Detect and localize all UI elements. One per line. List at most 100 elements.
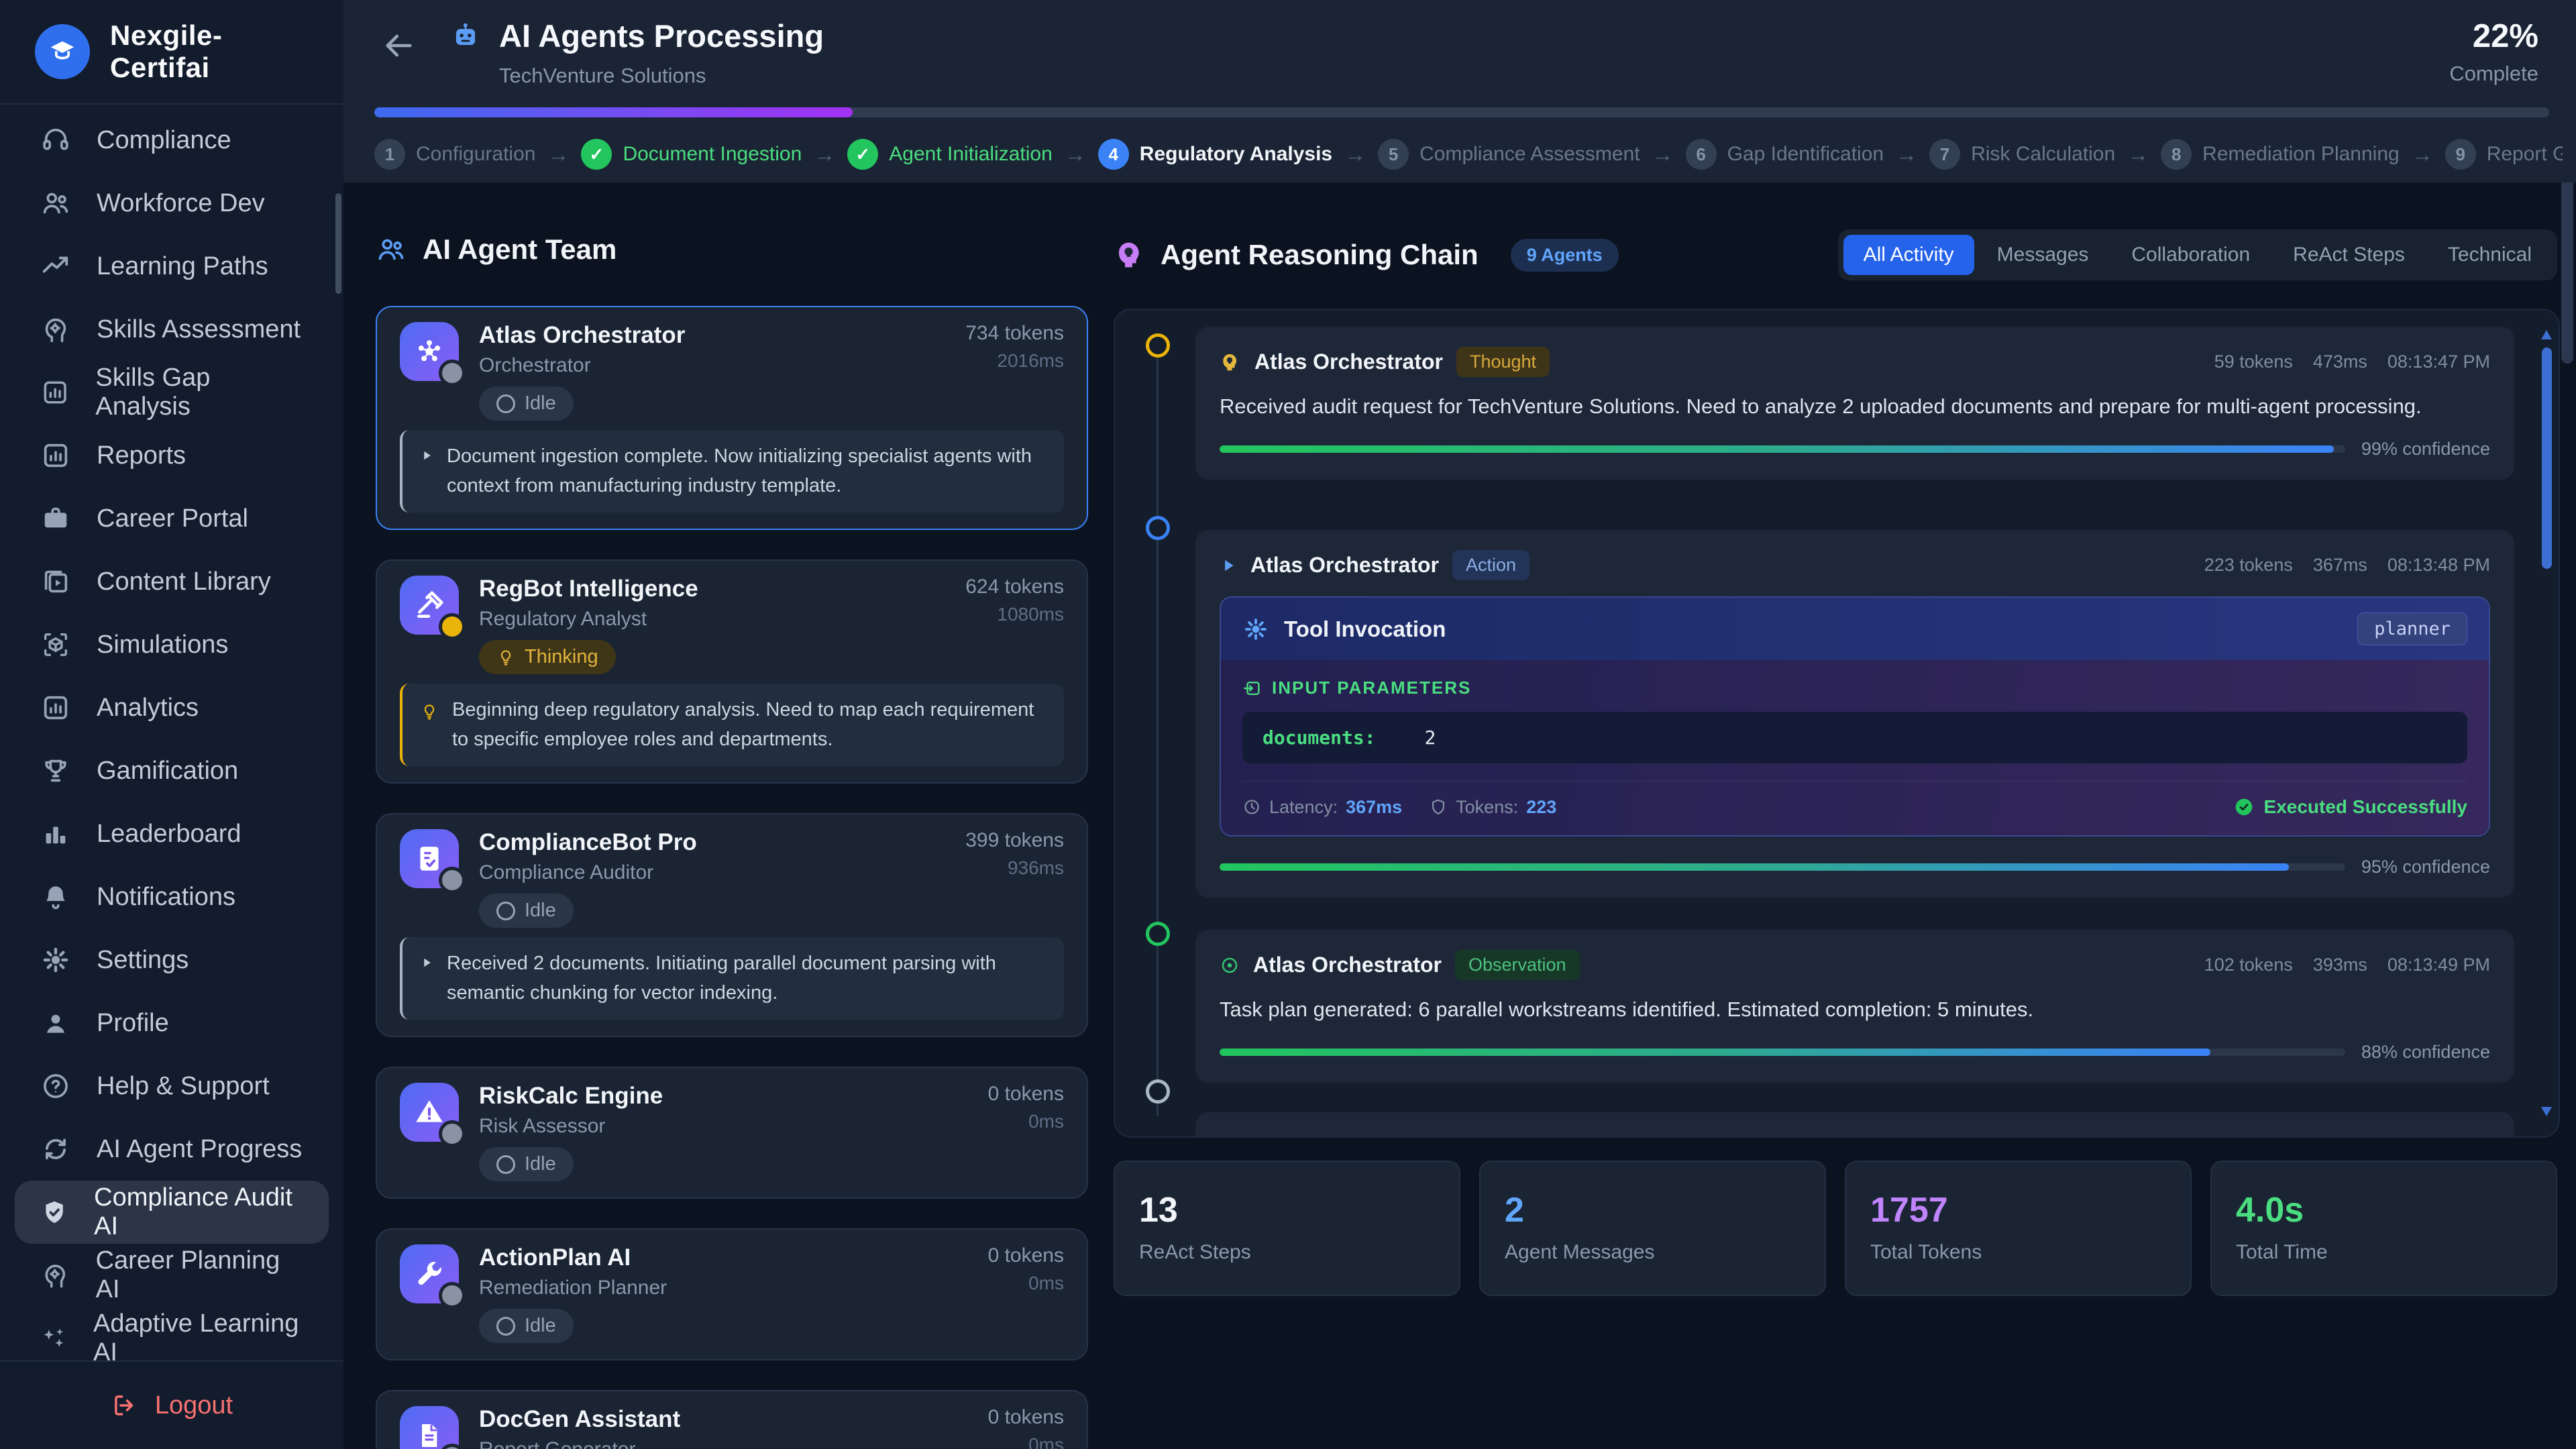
scroll-up-arrow-icon[interactable] xyxy=(2541,330,2552,339)
sidebar-item-adaptive-learning-ai[interactable]: Adaptive Learning AI xyxy=(15,1307,329,1360)
tab-messages[interactable]: Messages xyxy=(1977,235,2109,275)
status-label: Idle xyxy=(525,1153,556,1175)
main-content: AI Agent Team Atlas Orchestrator Orchest… xyxy=(343,182,2576,1449)
tab-all-activity[interactable]: All Activity xyxy=(1843,235,1974,275)
tool-invocation-body: INPUT PARAMETERS documents: 2 Latency: 3… xyxy=(1221,660,2489,835)
stat-value: 2 xyxy=(1505,1190,1801,1230)
brand-name: Nexgile-Certifai xyxy=(110,19,309,84)
step-report-generation: 9Report Generation xyxy=(2445,139,2563,170)
agent-card-docgen[interactable]: DocGen Assistant Report Generator 0 toke… xyxy=(376,1390,1088,1449)
agent-avatar xyxy=(400,576,459,635)
entry-text: Task plan generated: 6 parallel workstre… xyxy=(1220,998,2490,1022)
back-button[interactable] xyxy=(381,28,416,63)
psychology-head-icon xyxy=(1114,239,1146,271)
sidebar-item-label: Skills Assessment xyxy=(97,315,301,344)
tab-react-steps[interactable]: ReAct Steps xyxy=(2273,235,2425,275)
agent-card-atlas[interactable]: Atlas Orchestrator Orchestrator 734 toke… xyxy=(376,306,1088,530)
agent-name: RegBot Intelligence xyxy=(479,576,698,602)
agent-time: 0ms xyxy=(988,1434,1064,1449)
scroll-down-arrow-icon[interactable] xyxy=(2541,1107,2552,1116)
sidebar-scrollbar[interactable] xyxy=(335,193,341,294)
sidebar-item-content-library[interactable]: Content Library xyxy=(15,550,329,613)
sidebar-item-career-planning-ai[interactable]: Career Planning AI xyxy=(15,1244,329,1307)
chain-scrollbar[interactable] xyxy=(2542,347,2552,569)
sidebar-item-compliance-audit-ai[interactable]: Compliance Audit AI xyxy=(15,1181,329,1244)
sidebar-item-compliance[interactable]: Compliance xyxy=(15,109,329,172)
agent-team-title-row: AI Agent Team xyxy=(376,233,1088,266)
tab-technical[interactable]: Technical xyxy=(2428,235,2552,275)
step-number: 5 xyxy=(1378,139,1409,170)
entry-timestamp: 08:13:49 PM xyxy=(2387,955,2490,975)
activity-entry-observation: Atlas Orchestrator Observation 102 token… xyxy=(1195,930,2514,1083)
status-badge: Thinking xyxy=(479,640,616,674)
sidebar-item-label: Leaderboard xyxy=(97,820,241,849)
sidebar-item-skills-gap[interactable]: Skills Gap Analysis xyxy=(15,361,329,424)
parameter-key: documents: xyxy=(1263,727,1376,749)
sidebar-item-analytics[interactable]: Analytics xyxy=(15,676,329,739)
sidebar-item-ai-agent-progress[interactable]: AI Agent Progress xyxy=(15,1118,329,1181)
stat-value: 4.0s xyxy=(2236,1190,2532,1230)
entry-agent-name: Atlas Orchestrator xyxy=(1250,553,1439,578)
users-icon xyxy=(40,188,71,219)
confidence-bar xyxy=(1220,445,2345,453)
sidebar-item-reports[interactable]: Reports xyxy=(15,424,329,487)
tool-gear-icon xyxy=(1242,616,1269,643)
entry-agent-name: Atlas Orchestrator xyxy=(1254,350,1443,374)
activity-entry-thought: Atlas Orchestrator Thought 59 tokens 473… xyxy=(1195,327,2514,480)
sidebar-item-learning-paths[interactable]: Learning Paths xyxy=(15,235,329,298)
timeline-marker-next xyxy=(1146,1079,1170,1104)
sidebar-item-help[interactable]: Help & Support xyxy=(15,1055,329,1118)
sparkles-icon xyxy=(40,1323,68,1354)
entry-tokens: 59 tokens xyxy=(2214,352,2293,372)
sidebar-item-simulations[interactable]: Simulations xyxy=(15,613,329,676)
overall-progress-fill xyxy=(374,107,853,117)
entry-tokens: 223 tokens xyxy=(2204,555,2293,576)
agent-tokens: 0 tokens xyxy=(988,1406,1064,1429)
sidebar-item-leaderboard[interactable]: Leaderboard xyxy=(15,802,329,865)
bulb-icon xyxy=(496,648,515,667)
step-number: 1 xyxy=(374,139,405,170)
stats-row: 13 ReAct Steps 2 Agent Messages 1757 Tot… xyxy=(1114,1161,2557,1296)
step-label: Document Ingestion xyxy=(623,143,802,166)
activity-entry-partial xyxy=(1195,1112,2514,1138)
agent-tokens: 399 tokens xyxy=(965,829,1064,852)
bulb-icon xyxy=(420,702,439,754)
check-circle-icon xyxy=(2233,796,2255,818)
confidence-row: 88% confidence xyxy=(1220,1042,2490,1063)
agent-card-riskcalc[interactable]: RiskCalc Engine Risk Assessor 0 tokens 0… xyxy=(376,1067,1088,1199)
sidebar-item-label: Adaptive Learning AI xyxy=(93,1309,303,1360)
agent-role: Report Generator xyxy=(479,1438,680,1449)
sidebar-item-notifications[interactable]: Notifications xyxy=(15,865,329,928)
step-label: Remediation Planning xyxy=(2202,143,2400,166)
agent-card-regbot[interactable]: RegBot Intelligence Regulatory Analyst 6… xyxy=(376,559,1088,784)
tab-collaboration[interactable]: Collaboration xyxy=(2111,235,2270,275)
logout-button[interactable]: Logout xyxy=(0,1360,343,1449)
stat-total-time: 4.0s Total Time xyxy=(2210,1161,2557,1296)
agent-name: Atlas Orchestrator xyxy=(479,322,685,349)
agent-tokens: 0 tokens xyxy=(988,1083,1064,1106)
sidebar-item-label: Content Library xyxy=(97,568,271,596)
workflow-steps: 1Configuration → ✓Document Ingestion → ✓… xyxy=(374,133,2563,176)
agent-card-actionplan[interactable]: ActionPlan AI Remediation Planner 0 toke… xyxy=(376,1228,1088,1360)
agent-team-title: AI Agent Team xyxy=(423,233,616,266)
step-number: 4 xyxy=(1098,139,1129,170)
sidebar-item-gamification[interactable]: Gamification xyxy=(15,739,329,802)
stat-label: Total Tokens xyxy=(1870,1241,2166,1264)
sidebar-item-career-portal[interactable]: Career Portal xyxy=(15,487,329,550)
sidebar-item-settings[interactable]: Settings xyxy=(15,928,329,991)
status-dot-idle xyxy=(439,1120,466,1147)
agent-name: ActionPlan AI xyxy=(479,1244,667,1271)
sidebar-item-workforce-dev[interactable]: Workforce Dev xyxy=(15,172,329,235)
sidebar-item-label: Skills Gap Analysis xyxy=(95,364,303,421)
execution-status: Executed Successfully xyxy=(2233,796,2467,818)
step-document-ingestion: ✓Document Ingestion xyxy=(581,139,802,170)
file-icon xyxy=(413,1419,445,1449)
status-label: Idle xyxy=(525,1315,556,1337)
sidebar-item-profile[interactable]: Profile xyxy=(15,991,329,1055)
confidence-fill xyxy=(1220,1049,2210,1056)
agent-card-compliancebot[interactable]: ComplianceBot Pro Compliance Auditor 399… xyxy=(376,813,1088,1037)
sidebar-item-label: Career Planning AI xyxy=(96,1246,303,1304)
sidebar-item-skills-assessment[interactable]: Skills Assessment xyxy=(15,298,329,361)
agent-time: 1080ms xyxy=(965,604,1064,625)
entry-type-badge: Action xyxy=(1452,550,1529,580)
